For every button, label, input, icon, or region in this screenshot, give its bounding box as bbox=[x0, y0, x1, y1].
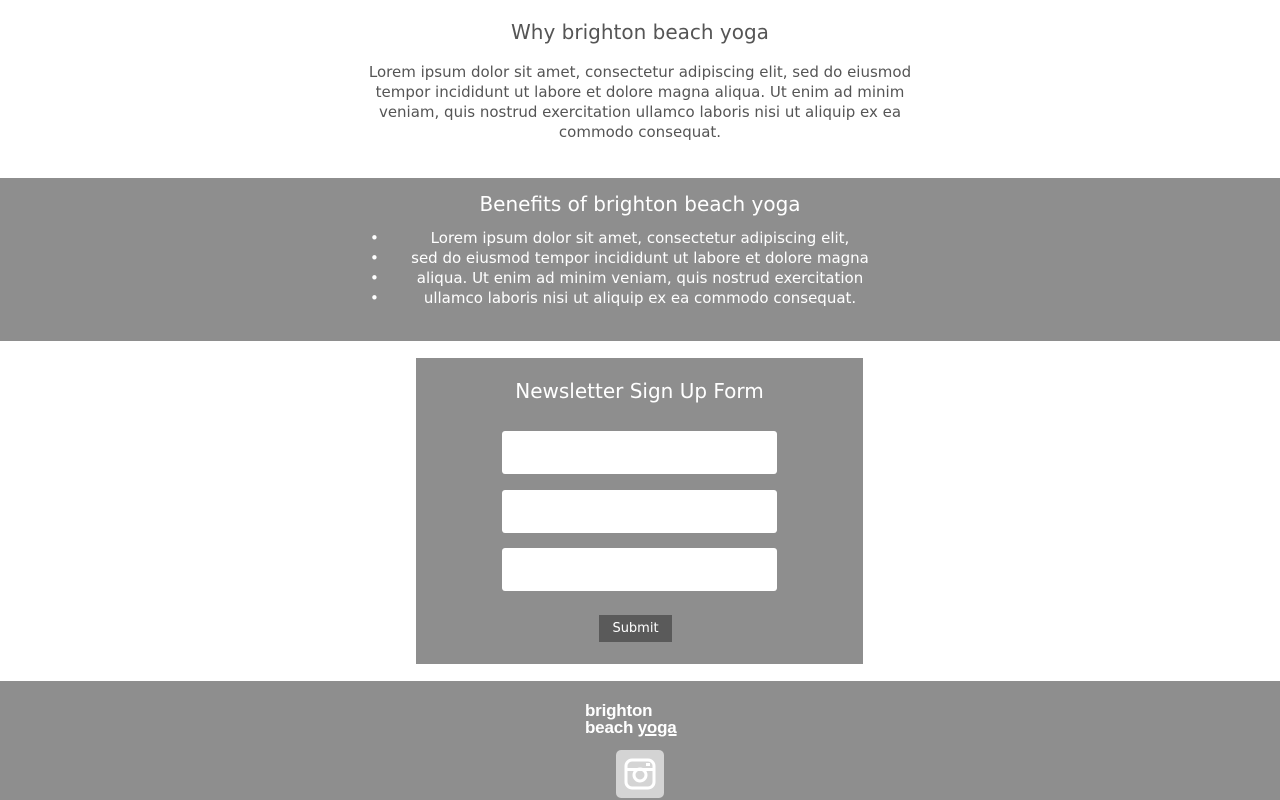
newsletter-field-2[interactable] bbox=[502, 490, 777, 533]
why-section: Why brighton beach yoga Lorem ipsum dolo… bbox=[0, 0, 1280, 178]
why-heading: Why brighton beach yoga bbox=[511, 20, 769, 44]
benefits-list: • Lorem ipsum dolor sit amet, consectetu… bbox=[370, 228, 908, 308]
newsletter-field-1[interactable] bbox=[502, 431, 777, 474]
instagram-link[interactable] bbox=[616, 750, 664, 798]
benefits-item-text: sed do eiusmod tempor incididunt ut labo… bbox=[411, 249, 869, 267]
benefits-list-item: • Lorem ipsum dolor sit amet, consectetu… bbox=[370, 228, 908, 248]
benefits-item-text: Lorem ipsum dolor sit amet, consectetur … bbox=[430, 229, 850, 247]
benefits-item-text: ullamco laboris nisi ut aliquip ex ea co… bbox=[423, 289, 857, 307]
brand-logo[interactable]: brighton beach yoga bbox=[585, 702, 695, 736]
bullet-icon: • bbox=[370, 229, 379, 247]
logo-line-2: beach yoga bbox=[585, 719, 695, 736]
footer: brighton beach yoga bbox=[0, 681, 1280, 800]
newsletter-heading: Newsletter Sign Up Form bbox=[515, 379, 764, 403]
bullet-icon: • bbox=[370, 249, 379, 267]
logo-line-1: brighton bbox=[585, 701, 653, 720]
newsletter-form: Newsletter Sign Up Form Submit bbox=[416, 358, 863, 664]
benefits-list-item: • ullamco laboris nisi ut aliquip ex ea … bbox=[370, 288, 908, 308]
benefits-list-item: • aliqua. Ut enim ad minim veniam, quis … bbox=[370, 268, 908, 288]
benefits-heading: Benefits of brighton beach yoga bbox=[479, 192, 801, 216]
benefits-section: Benefits of brighton beach yoga • Lorem … bbox=[0, 178, 1280, 341]
bullet-icon: • bbox=[370, 289, 379, 307]
benefits-list-item: • sed do eiusmod tempor incididunt ut la… bbox=[370, 248, 908, 268]
logo-word-yoga: yoga bbox=[637, 718, 677, 737]
instagram-icon bbox=[624, 758, 656, 790]
newsletter-field-3[interactable] bbox=[502, 548, 777, 591]
bullet-icon: • bbox=[370, 269, 379, 287]
submit-button[interactable]: Submit bbox=[599, 615, 672, 642]
why-paragraph: Lorem ipsum dolor sit amet, consectetur … bbox=[368, 63, 912, 141]
logo-word-beach: beach bbox=[585, 718, 634, 737]
benefits-item-text: aliqua. Ut enim ad minim veniam, quis no… bbox=[416, 269, 864, 287]
